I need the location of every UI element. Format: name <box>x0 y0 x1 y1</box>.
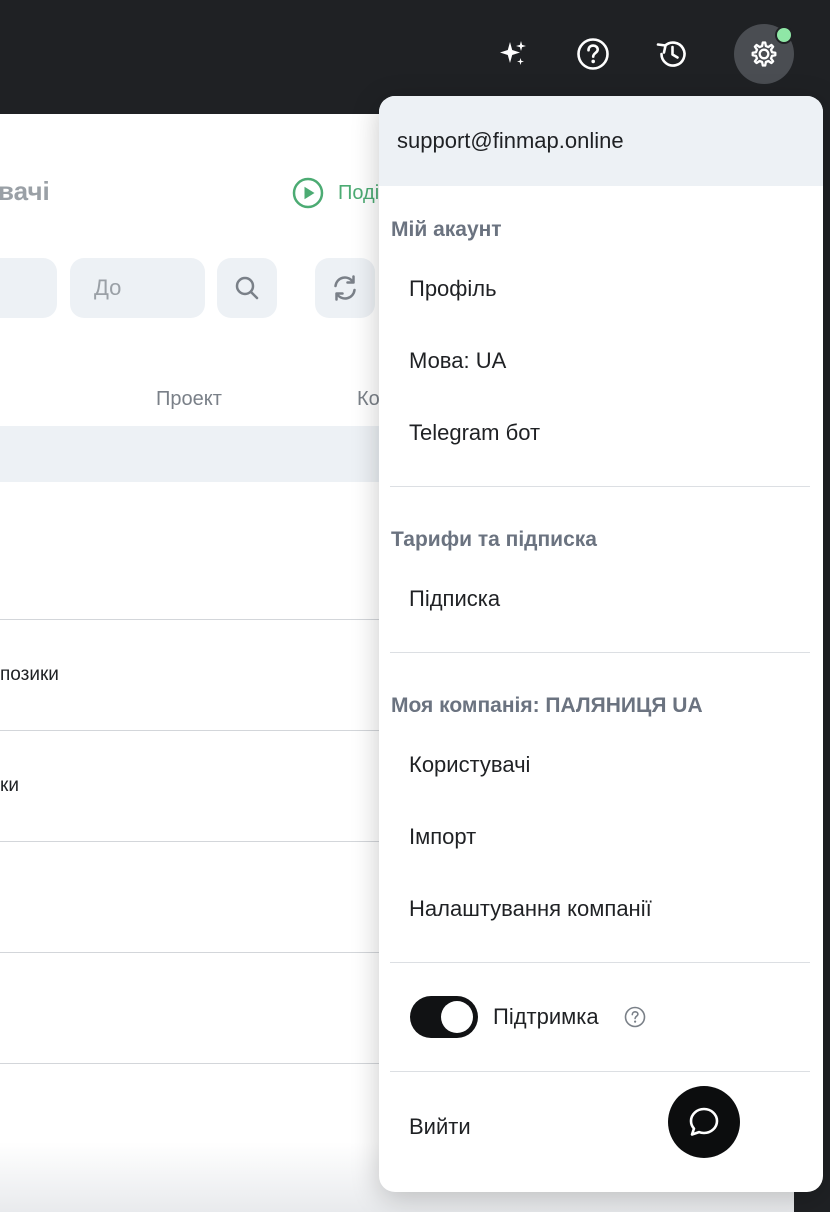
chat-button[interactable] <box>668 1086 740 1158</box>
refresh-icon <box>334 275 356 301</box>
tutorial-label: Поді <box>338 181 380 204</box>
menu-item-company-settings[interactable]: Налаштування компанії <box>409 896 652 922</box>
menu-item-logout[interactable]: Вийти <box>409 1114 471 1140</box>
page-title: вачі <box>0 176 50 206</box>
help-circle-icon[interactable] <box>624 1006 646 1028</box>
support-toggle[interactable] <box>410 996 478 1038</box>
table-row-text: позики <box>0 664 59 685</box>
menu-divider <box>390 1071 810 1072</box>
sparkles-icon[interactable] <box>483 24 543 84</box>
table-row-text: ки <box>0 775 19 796</box>
menu-item-import[interactable]: Імпорт <box>409 824 476 850</box>
search-button[interactable] <box>217 258 277 318</box>
section-title-company: Моя компанія: ПАЛЯНИЦЯ UA <box>391 694 703 717</box>
notification-dot <box>775 26 793 44</box>
account-email: support@finmap.online <box>379 96 823 186</box>
chat-bubble-icon <box>689 1107 719 1136</box>
menu-item-profile[interactable]: Профіль <box>409 276 497 302</box>
gear-icon <box>751 41 777 67</box>
tutorial-link[interactable]: Поді <box>292 177 379 209</box>
history-icon[interactable] <box>642 24 702 84</box>
column-header-project[interactable]: Проект <box>156 388 222 411</box>
help-circle-icon[interactable] <box>563 24 623 84</box>
menu-item-subscription[interactable]: Підписка <box>409 586 500 612</box>
search-icon <box>235 276 259 300</box>
play-circle-icon <box>292 177 324 209</box>
toggle-knob <box>441 1001 473 1033</box>
menu-item-language[interactable]: Мова: UA <box>409 348 506 374</box>
support-label: Підтримка <box>493 1004 599 1029</box>
section-title-account: Мій акаунт <box>391 218 502 241</box>
menu-item-users[interactable]: Користувачі <box>409 752 530 778</box>
menu-divider <box>390 652 810 653</box>
menu-divider <box>390 962 810 963</box>
date-from-input[interactable] <box>0 258 57 318</box>
refresh-button[interactable] <box>315 258 375 318</box>
section-title-plans: Тарифи та підписка <box>391 528 597 551</box>
settings-dropdown-menu: support@finmap.online Мій акаунт Профіль… <box>379 96 823 1192</box>
menu-divider <box>390 486 810 487</box>
column-header-next[interactable]: Ко <box>357 388 380 411</box>
settings-button[interactable] <box>734 24 794 84</box>
date-to-input[interactable] <box>70 258 205 318</box>
menu-item-telegram-bot[interactable]: Telegram бот <box>409 420 540 446</box>
